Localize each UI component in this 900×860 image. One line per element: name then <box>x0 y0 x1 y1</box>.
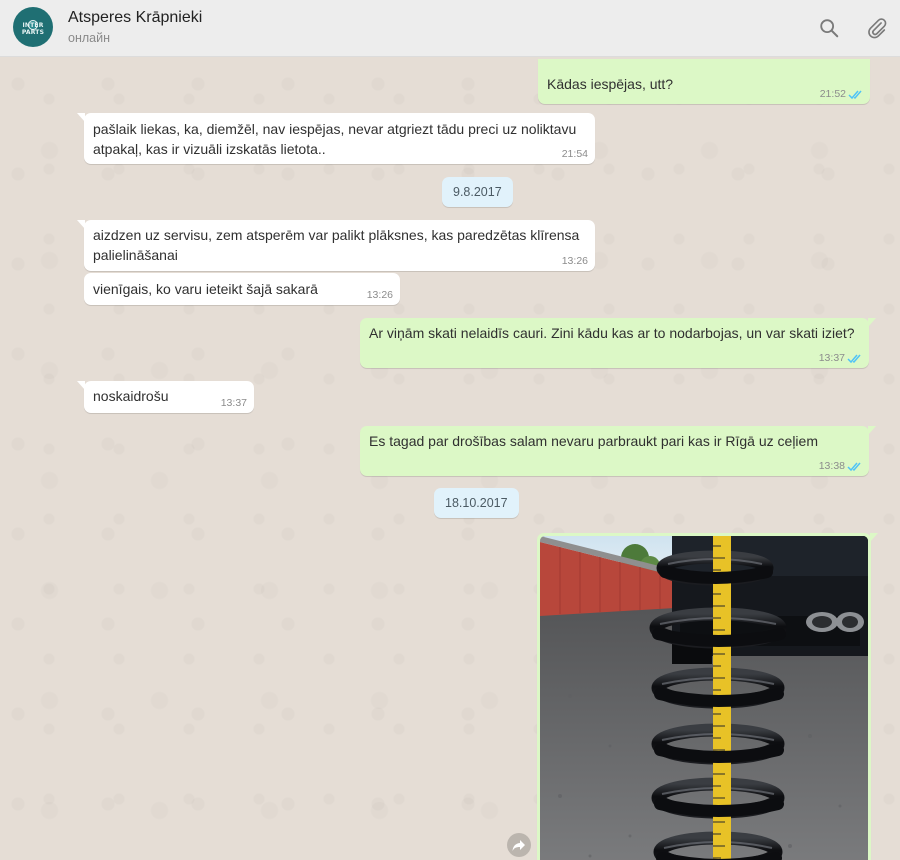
forward-icon <box>512 840 525 851</box>
bubble-tail <box>868 426 876 435</box>
date-divider: 18.10.2017 <box>434 488 519 518</box>
chat-header: INTER PARTS Atsperes Krāpnieki онлайн <box>0 0 900 57</box>
message-text: Kādas iespējas, utt? <box>547 76 674 92</box>
message-time: 13:26 <box>561 255 588 267</box>
message-incoming[interactable]: pašlaik liekas, ka, diemžēl, nav iespēja… <box>77 113 595 164</box>
message-time: 21:54 <box>561 148 588 160</box>
message-outgoing[interactable]: Ar viņām skati nelaidīs cauri. Zini kādu… <box>360 318 876 368</box>
message-text: Es tagad par drošības salam nevaru parbr… <box>369 433 818 449</box>
message-incoming[interactable]: noskaidrošu 13:37 <box>77 381 254 413</box>
bubble-tail <box>870 533 878 542</box>
contact-status: онлайн <box>68 31 110 45</box>
double-check-read-icon <box>848 90 862 100</box>
message-outgoing[interactable]: Kādas iespējas, utt? 21:52 <box>538 59 870 104</box>
bubble-tail <box>77 113 85 122</box>
message-outgoing-image[interactable] <box>537 533 878 860</box>
message-time: 13:38 <box>818 460 845 472</box>
bubble-tail <box>77 381 85 390</box>
message-list[interactable]: Kādas iespējas, utt? 21:52 pašlaik lieka… <box>0 57 900 860</box>
message-time: 21:52 <box>819 88 846 100</box>
bubble-tail <box>868 318 876 327</box>
message-text: noskaidrošu <box>93 388 169 404</box>
message-time: 13:37 <box>220 397 247 409</box>
message-time: 13:26 <box>366 289 393 301</box>
message-text: Ar viņām skati nelaidīs cauri. Zini kādu… <box>369 325 855 341</box>
forward-button[interactable] <box>507 833 531 857</box>
message-time: 13:37 <box>818 352 845 364</box>
message-incoming[interactable]: vienīgais, ko varu ieteikt šajā sakarā 1… <box>84 273 400 305</box>
message-text: vienīgais, ko varu ieteikt šajā sakarā <box>93 281 318 297</box>
double-check-read-icon <box>847 354 861 364</box>
contact-avatar[interactable]: INTER PARTS <box>13 7 53 47</box>
attach-icon[interactable] <box>866 17 888 39</box>
message-outgoing[interactable]: Es tagad par drošības salam nevaru parbr… <box>360 426 876 476</box>
message-text: pašlaik liekas, ka, diemžēl, nav iespēja… <box>93 121 577 157</box>
contact-name[interactable]: Atsperes Krāpnieki <box>68 9 202 27</box>
date-divider: 9.8.2017 <box>442 177 513 207</box>
bubble-tail <box>77 220 85 229</box>
avatar-logo-text: INTER PARTS <box>21 22 45 36</box>
message-incoming[interactable]: aizdzen uz servisu, zem atsperēm var pal… <box>77 220 595 271</box>
coil-spring-photo[interactable] <box>540 536 868 860</box>
double-check-read-icon <box>847 462 861 472</box>
search-icon[interactable] <box>818 17 840 39</box>
message-text: aizdzen uz servisu, zem atsperēm var pal… <box>93 227 580 263</box>
